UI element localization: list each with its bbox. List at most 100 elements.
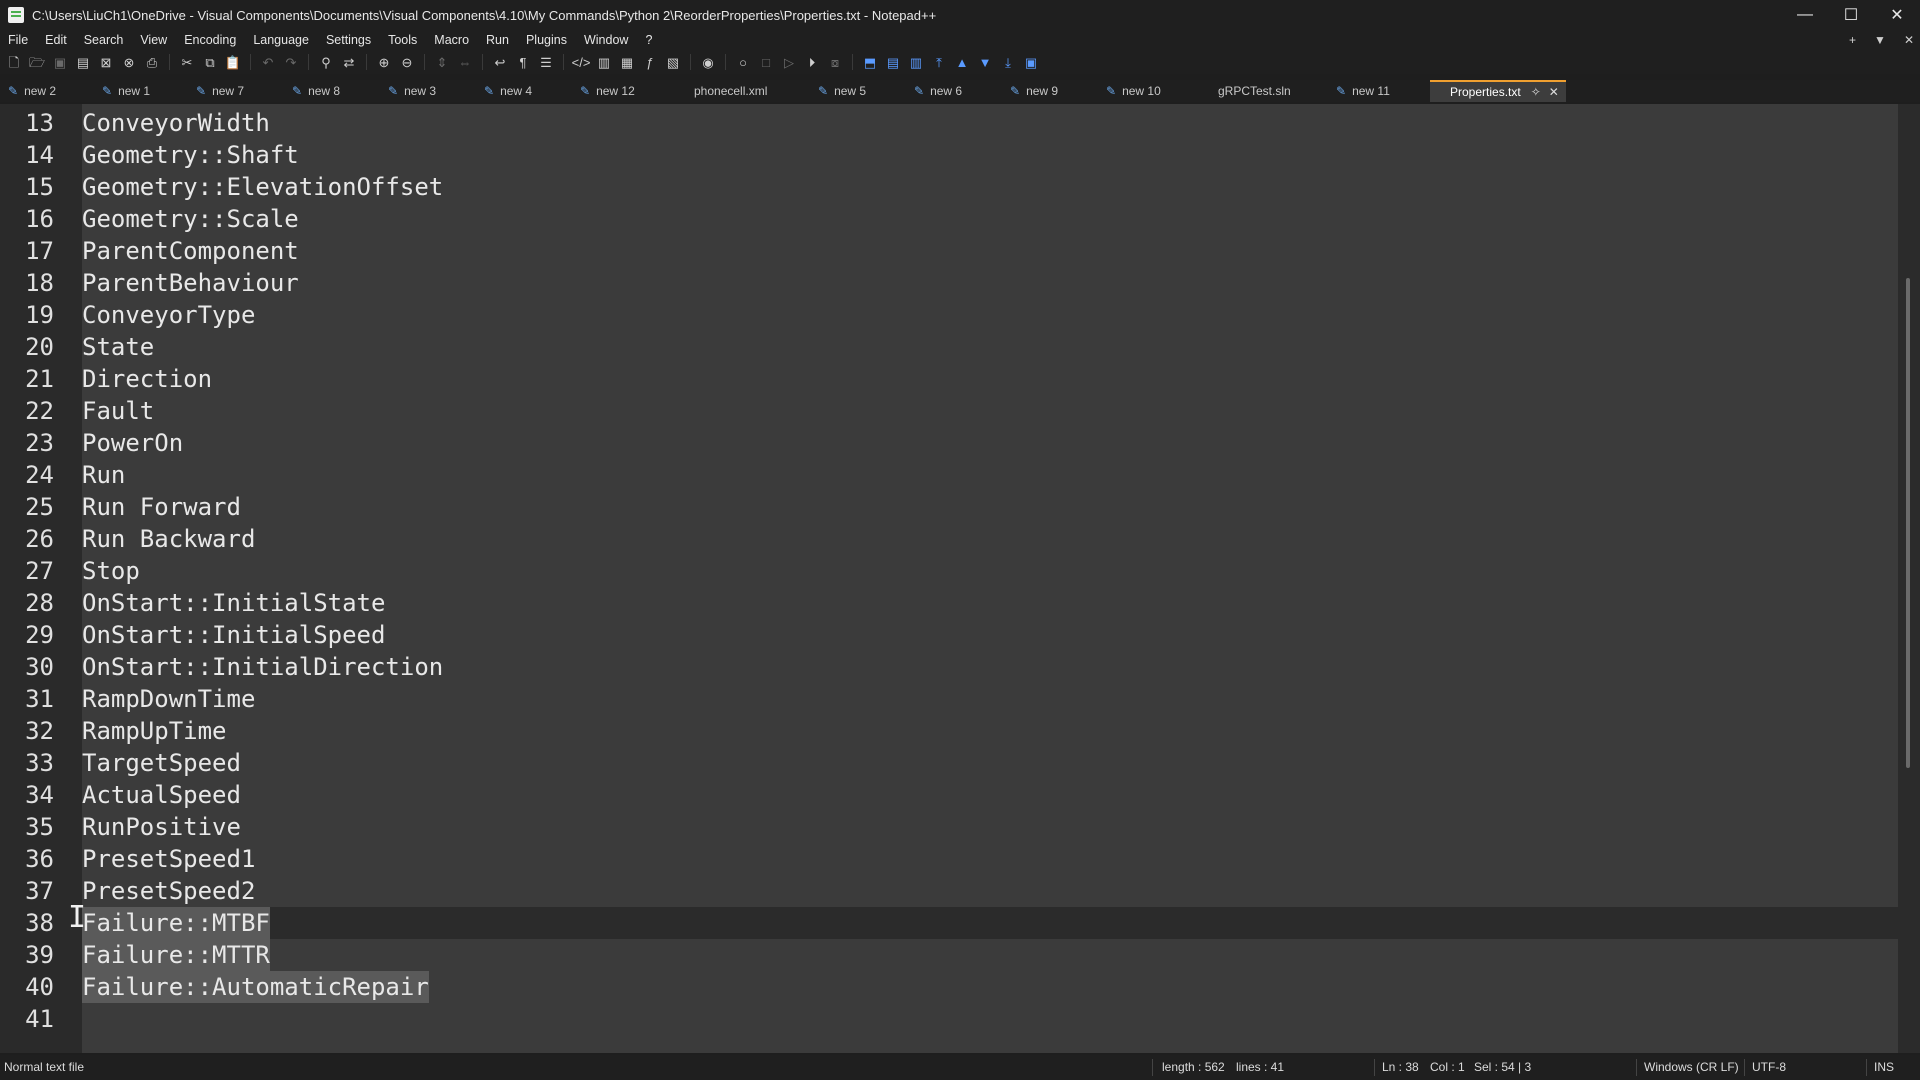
play-multi-icon[interactable]: ⏵ — [804, 54, 820, 70]
scrollbar-thumb[interactable] — [1906, 278, 1910, 768]
close-doc-button[interactable]: ✕ — [1904, 33, 1914, 47]
code-line[interactable]: PresetSpeed1 — [82, 843, 1898, 875]
tab-phonecell-xml[interactable]: phonecell.xml — [688, 80, 802, 102]
new-tab-button[interactable]: + — [1849, 33, 1856, 47]
doc-list-icon[interactable]: ▦ — [619, 54, 635, 70]
menu-search[interactable]: Search — [76, 33, 133, 47]
paste-icon[interactable]: 📋 — [225, 54, 241, 70]
tab-new-6[interactable]: ✎ new 6 — [908, 80, 1002, 102]
code-line[interactable]: OnStart::InitialState — [82, 587, 1898, 619]
monitor-icon[interactable]: ◉ — [700, 54, 716, 70]
code-view[interactable]: ConveyorWidth Geometry::Shaft Geometry::El… — [82, 104, 1898, 1053]
replace-icon[interactable]: ⇄ — [341, 54, 357, 70]
code-line[interactable]: OnStart::InitialSpeed — [82, 619, 1898, 651]
code-line[interactable]: Direction — [82, 363, 1898, 395]
code-line[interactable]: TargetSpeed — [82, 747, 1898, 779]
save-icon[interactable]: ▣ — [52, 54, 68, 70]
copy-icon[interactable]: ⧉ — [202, 54, 218, 70]
map-icon[interactable]: ▥ — [596, 54, 612, 70]
tab-new-8[interactable]: ✎ new 8 — [286, 80, 380, 102]
pin-icon[interactable]: ✧ — [1531, 85, 1541, 99]
menu-tools[interactable]: Tools — [380, 33, 426, 47]
code-line[interactable]: Run — [82, 459, 1898, 491]
xml-icon[interactable]: </> — [572, 54, 591, 70]
menu-view[interactable]: View — [132, 33, 176, 47]
tab-new-5[interactable]: ✎ new 5 — [812, 80, 906, 102]
close-all-icon[interactable]: ⊗ — [121, 54, 137, 70]
tab-new-4[interactable]: ✎ new 4 — [478, 80, 572, 102]
indent-guide-icon[interactable]: ☰ — [538, 54, 554, 70]
sync-h-icon[interactable]: ⇔ — [457, 54, 473, 70]
tab-new-3[interactable]: ✎ new 3 — [382, 80, 476, 102]
tab-grpctest-sln[interactable]: gRPCTest.sln — [1212, 80, 1326, 102]
split-h-icon[interactable]: ▤ — [885, 54, 901, 70]
cut-icon[interactable]: ✂ — [179, 54, 195, 70]
menu-help[interactable]: ? — [637, 33, 661, 47]
code-line[interactable]: ConveyorType — [82, 299, 1898, 331]
open-file-icon[interactable]: 🗁 — [29, 54, 45, 70]
code-line[interactable]: RunPositive — [82, 811, 1898, 843]
show-all-chars-icon[interactable]: ¶ — [515, 54, 531, 70]
wrap-icon[interactable]: ↩ — [492, 54, 508, 70]
print-icon[interactable]: ⎙ — [144, 54, 160, 70]
tab-new-2[interactable]: ✎ new 2 — [2, 80, 94, 102]
new-file-icon[interactable]: 🗋 — [6, 54, 22, 70]
menu-run[interactable]: Run — [478, 33, 518, 47]
down-icon[interactable]: ▼ — [977, 54, 993, 70]
save-macro-icon[interactable]: ⧇ — [827, 54, 843, 70]
tab-new-12[interactable]: ✎ new 12 — [574, 80, 670, 102]
code-line[interactable]: ParentBehaviour — [82, 267, 1898, 299]
tab-properties-txt[interactable]: Properties.txt ✧ ✕ — [1430, 80, 1566, 102]
code-line[interactable]: Run Backward — [82, 523, 1898, 555]
editor-area[interactable]: 13 14 15 16 17 18 19 20 21 22 23 24 25 26 27 28 29 30 31 32… — [0, 104, 1920, 1053]
find-icon[interactable]: ⚲ — [318, 54, 334, 70]
code-line[interactable]: Failure::AutomaticRepair — [82, 971, 1898, 1003]
code-line[interactable]: Run Forward — [82, 491, 1898, 523]
close-window-button[interactable]: ✕ — [1874, 0, 1920, 30]
play-icon[interactable]: ▷ — [781, 54, 797, 70]
code-line[interactable]: State — [82, 331, 1898, 363]
code-line[interactable]: ActualSpeed — [82, 779, 1898, 811]
menu-file[interactable]: File — [0, 33, 37, 47]
code-line[interactable]: Failure::MTTR — [82, 939, 1898, 971]
function-list-icon[interactable]: ƒ — [642, 54, 658, 70]
menu-settings[interactable]: Settings — [318, 33, 380, 47]
code-line[interactable] — [82, 1003, 1898, 1035]
code-line[interactable]: Geometry::ElevationOffset — [82, 171, 1898, 203]
up-icon[interactable]: ▲ — [954, 54, 970, 70]
vertical-scrollbar[interactable] — [1898, 104, 1920, 1053]
menu-language[interactable]: Language — [245, 33, 318, 47]
code-line[interactable]: PowerOn — [82, 427, 1898, 459]
tab-new-11[interactable]: ✎ new 11 — [1330, 80, 1426, 102]
code-line[interactable]: Fault — [82, 395, 1898, 427]
code-line[interactable]: ConveyorWidth — [82, 107, 1898, 139]
panel-icon[interactable]: ▣ — [1023, 54, 1039, 70]
stop-icon[interactable]: □ — [758, 54, 774, 70]
tab-new-1[interactable]: ✎ new 1 — [96, 80, 188, 102]
save-all-icon[interactable]: ▤ — [75, 54, 91, 70]
first-icon[interactable]: ⤒ — [931, 54, 947, 70]
code-line[interactable]: Geometry::Scale — [82, 203, 1898, 235]
code-line[interactable]: Stop — [82, 555, 1898, 587]
code-line[interactable]: RampUpTime — [82, 715, 1898, 747]
tab-new-10[interactable]: ✎ new 10 — [1100, 80, 1196, 102]
redo-icon[interactable]: ↷ — [283, 54, 299, 70]
sync-v-icon[interactable]: ⇕ — [434, 54, 450, 70]
code-line[interactable]: Geometry::Shaft — [82, 139, 1898, 171]
menu-window[interactable]: Window — [576, 33, 637, 47]
tab-new-7[interactable]: ✎ new 7 — [190, 80, 284, 102]
code-line[interactable]: Failure::MTBF — [82, 907, 1898, 939]
folder-workspace-icon[interactable]: ▧ — [665, 54, 681, 70]
menu-plugins[interactable]: Plugins — [518, 33, 576, 47]
last-icon[interactable]: ⤓ — [1000, 54, 1016, 70]
close-tab-icon[interactable]: ✕ — [1549, 85, 1559, 99]
zoom-in-icon[interactable]: ⊕ — [376, 54, 392, 70]
record-icon[interactable]: ○ — [735, 54, 751, 70]
undo-icon[interactable]: ↶ — [260, 54, 276, 70]
bookmark-icon[interactable]: ⬒ — [862, 54, 878, 70]
code-line[interactable]: RampDownTime — [82, 683, 1898, 715]
minimize-button[interactable]: — — [1782, 0, 1828, 30]
split-v-icon[interactable]: ▥ — [908, 54, 924, 70]
zoom-out-icon[interactable]: ⊖ — [399, 54, 415, 70]
menu-macro[interactable]: Macro — [426, 33, 478, 47]
